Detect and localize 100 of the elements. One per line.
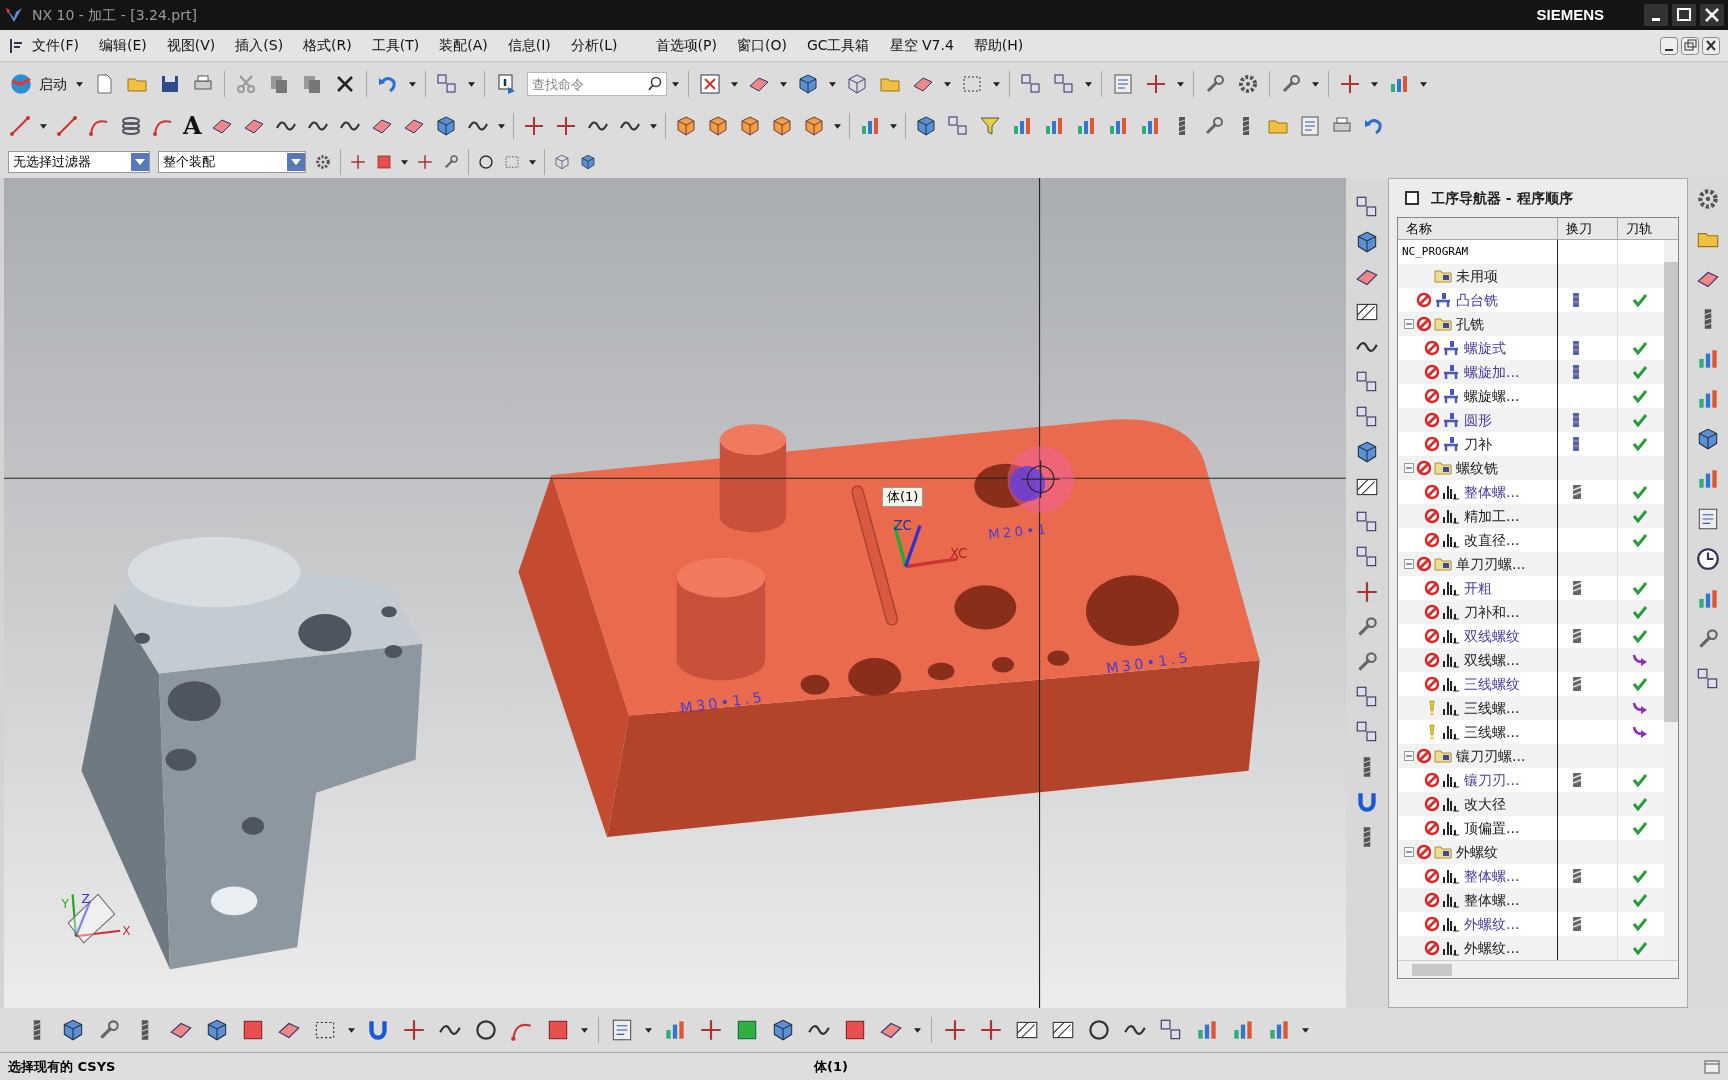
fit-view-icon[interactable] bbox=[698, 72, 722, 96]
caret-icon[interactable] bbox=[468, 81, 475, 87]
menu-item[interactable]: 星空 V7.4 bbox=[889, 35, 954, 56]
globe-icon[interactable] bbox=[8, 71, 34, 97]
caret-icon[interactable] bbox=[76, 81, 83, 87]
operation-name[interactable]: 精加工... bbox=[1464, 505, 1520, 527]
operation-name[interactable]: 三线螺纹 bbox=[1464, 673, 1520, 695]
operation-name[interactable]: 孔铣 bbox=[1456, 313, 1484, 335]
operation-name[interactable]: 三线螺... bbox=[1464, 721, 1520, 743]
caret-icon[interactable] bbox=[1177, 81, 1184, 87]
caret-icon[interactable] bbox=[649, 123, 657, 129]
operation-name[interactable]: 外螺纹... bbox=[1464, 913, 1520, 935]
selection-box-icon[interactable] bbox=[503, 153, 521, 171]
operation-name[interactable]: 螺旋式 bbox=[1464, 337, 1506, 359]
maximize-button[interactable] bbox=[1672, 4, 1696, 26]
cube-icon[interactable] bbox=[796, 72, 820, 96]
tree-row[interactable]: 双线螺... bbox=[1398, 648, 1664, 672]
settings-icon[interactable] bbox=[314, 153, 332, 171]
close-button[interactable] bbox=[1700, 4, 1724, 26]
operation-name[interactable]: 镶刀刃螺... bbox=[1456, 745, 1526, 767]
tree-row[interactable]: 三线螺... bbox=[1398, 696, 1664, 720]
tree-row[interactable]: 改大径 bbox=[1398, 792, 1664, 816]
caret-icon[interactable] bbox=[40, 123, 47, 129]
menu-icon[interactable] bbox=[8, 36, 24, 55]
tree-row[interactable]: 单刀刃螺... bbox=[1398, 552, 1664, 576]
tree-row[interactable]: 外螺纹... bbox=[1398, 936, 1664, 960]
caret-icon[interactable] bbox=[780, 81, 787, 87]
menu-item[interactable]: 分析(L) bbox=[570, 35, 618, 56]
wireframe-cube-icon[interactable] bbox=[845, 72, 869, 96]
column-header[interactable]: 刀轨 bbox=[1618, 218, 1664, 239]
scope-dropdown[interactable]: 整个装配 bbox=[158, 151, 306, 173]
operation-name[interactable]: 双线螺... bbox=[1464, 649, 1520, 671]
caret-icon[interactable] bbox=[1420, 81, 1427, 87]
tree-row[interactable]: 精加工... bbox=[1398, 504, 1664, 528]
collapse-toggle[interactable] bbox=[1404, 751, 1414, 761]
caret-icon[interactable] bbox=[581, 1027, 588, 1033]
operation-name[interactable]: 外螺纹... bbox=[1464, 937, 1520, 959]
menu-item[interactable]: 首选项(P) bbox=[655, 35, 717, 56]
collapse-toggle[interactable] bbox=[1404, 319, 1414, 329]
wrench-icon[interactable] bbox=[442, 153, 460, 171]
operation-name[interactable]: 改大径 bbox=[1464, 793, 1506, 815]
operation-name[interactable]: 刀补和... bbox=[1464, 601, 1520, 623]
caret-icon[interactable] bbox=[1312, 81, 1319, 87]
caret-icon[interactable] bbox=[1302, 1027, 1309, 1033]
caret-icon[interactable] bbox=[497, 123, 505, 129]
menu-item[interactable]: 视图(V) bbox=[166, 35, 216, 56]
operation-name[interactable]: 螺旋螺... bbox=[1464, 385, 1520, 407]
operation-name[interactable]: 螺纹铣 bbox=[1456, 457, 1498, 479]
operation-name[interactable]: 圆形 bbox=[1464, 409, 1492, 431]
clock-icon[interactable] bbox=[1695, 546, 1721, 572]
column-header[interactable]: 换刀 bbox=[1558, 218, 1618, 239]
caret-icon[interactable] bbox=[672, 81, 679, 87]
caret-icon[interactable] bbox=[529, 159, 536, 165]
operation-name[interactable]: 整体螺... bbox=[1464, 865, 1520, 887]
circle-icon[interactable] bbox=[1086, 1017, 1112, 1043]
minimize-button[interactable] bbox=[1644, 4, 1668, 26]
column-header[interactable]: 名称 bbox=[1398, 218, 1558, 239]
collapse-toggle[interactable] bbox=[1404, 559, 1414, 569]
caret-icon[interactable] bbox=[944, 81, 951, 87]
wireframe-cube-icon[interactable] bbox=[553, 153, 571, 171]
caret-icon[interactable] bbox=[409, 81, 416, 87]
checkbox-icon[interactable] bbox=[1405, 191, 1419, 205]
window-icon[interactable] bbox=[1704, 1059, 1720, 1074]
caret-icon[interactable] bbox=[401, 159, 408, 165]
tree-row[interactable]: 螺旋加... bbox=[1398, 360, 1664, 384]
filter-dropdown[interactable]: 无选择过滤器 bbox=[8, 151, 150, 173]
menu-item[interactable]: 窗口(O) bbox=[736, 35, 787, 56]
circle-icon[interactable] bbox=[477, 153, 495, 171]
menu-item[interactable]: 插入(S) bbox=[235, 35, 284, 56]
search-field[interactable]: 查找命令 bbox=[527, 72, 667, 96]
operation-name[interactable]: 双线螺纹 bbox=[1464, 625, 1520, 647]
tree-row[interactable]: 刀补和... bbox=[1398, 600, 1664, 624]
minimize-button[interactable] bbox=[1660, 36, 1678, 55]
tree-row[interactable]: 未用项 bbox=[1398, 264, 1664, 288]
caret-icon[interactable] bbox=[348, 1027, 355, 1033]
menu-item[interactable]: 帮助(H) bbox=[973, 35, 1024, 56]
operation-name[interactable]: 镶刀刃... bbox=[1464, 769, 1520, 791]
operation-name[interactable]: 整体螺... bbox=[1464, 889, 1520, 911]
operation-name[interactable]: 三线螺... bbox=[1464, 697, 1520, 719]
caret-icon[interactable] bbox=[1085, 81, 1092, 87]
caret-icon[interactable] bbox=[914, 1027, 921, 1033]
caret-icon[interactable] bbox=[833, 123, 841, 129]
operation-name[interactable]: 整体螺... bbox=[1464, 481, 1520, 503]
close-button[interactable] bbox=[1702, 36, 1720, 55]
line-icon[interactable] bbox=[55, 114, 79, 138]
operation-name[interactable]: NC_PROGRAM bbox=[1402, 243, 1469, 261]
menu-item[interactable]: 格式(R) bbox=[303, 35, 352, 56]
caret-icon[interactable] bbox=[829, 81, 836, 87]
caret-icon[interactable] bbox=[645, 1027, 652, 1033]
cube-icon[interactable] bbox=[579, 153, 597, 171]
start-button[interactable]: 启动 bbox=[39, 73, 67, 95]
text-tool[interactable]: A bbox=[183, 114, 202, 138]
operation-name[interactable]: 单刀刃螺... bbox=[1456, 553, 1526, 575]
menu-item[interactable]: 编辑(E) bbox=[99, 35, 147, 56]
caret-icon[interactable] bbox=[731, 81, 738, 87]
settings-icon[interactable] bbox=[1236, 72, 1260, 96]
menu-item[interactable]: GC工具箱 bbox=[806, 35, 870, 56]
restore-button[interactable] bbox=[1681, 36, 1699, 55]
caret-icon[interactable] bbox=[889, 123, 897, 129]
caret-icon[interactable] bbox=[1371, 81, 1378, 87]
